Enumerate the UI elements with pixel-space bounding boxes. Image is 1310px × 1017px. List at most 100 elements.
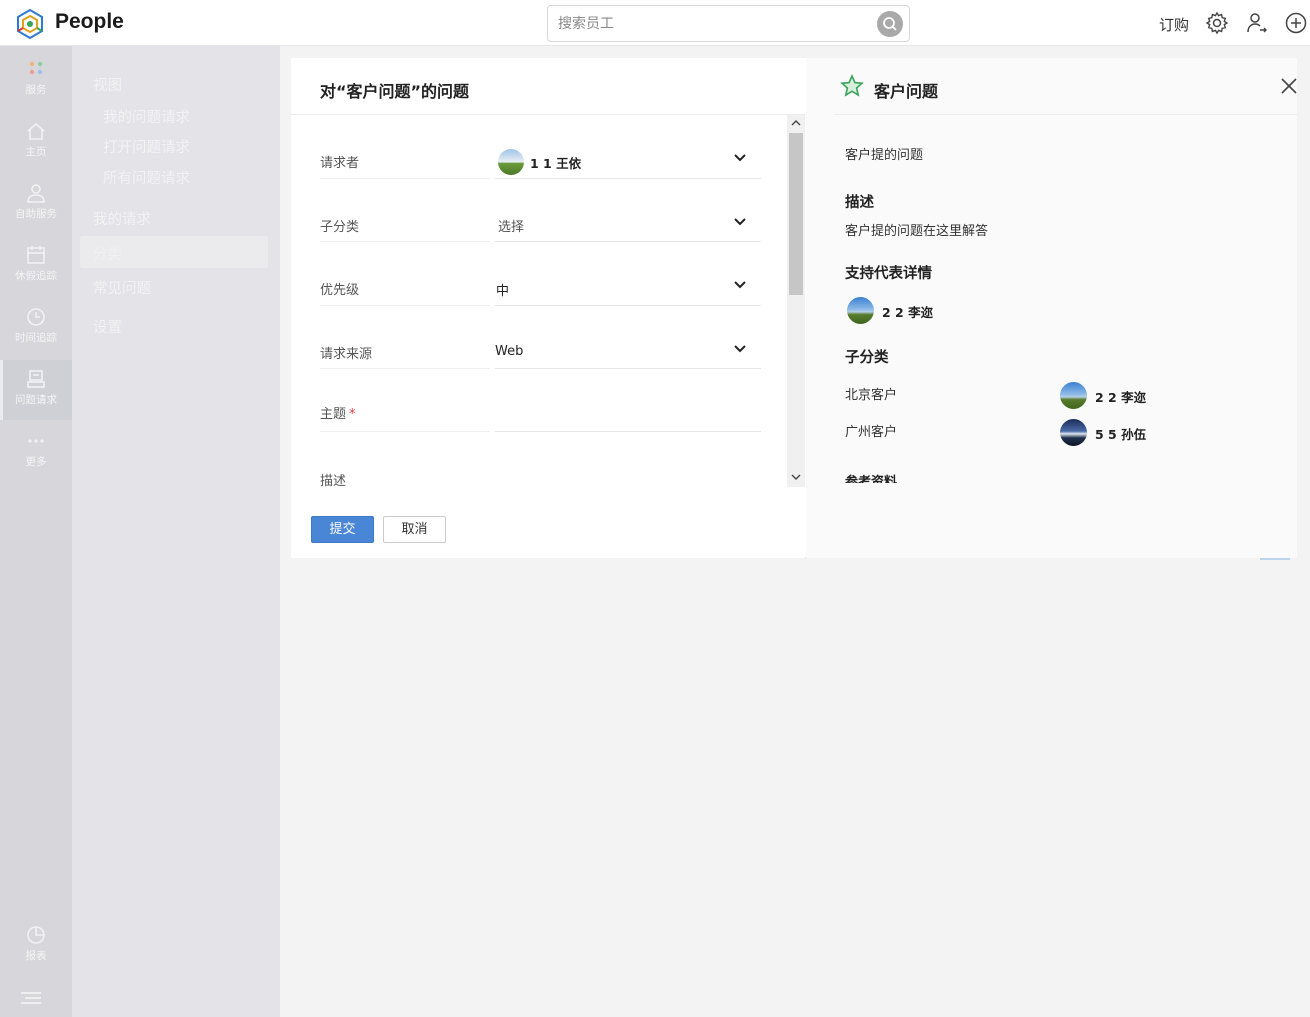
description-text: 客户提的问题在这里解答 <box>845 224 989 239</box>
subnav-category[interactable]: 分类 <box>93 243 122 264</box>
rail-label: 服务 <box>25 84 47 96</box>
star-icon[interactable] <box>840 74 864 98</box>
requester-label: 请求者 <box>320 156 360 171</box>
form-title: 对“客户问题”的问题 <box>320 82 470 101</box>
search-button[interactable] <box>877 11 903 37</box>
agent-avatar <box>1060 382 1087 409</box>
subnav-my-issue-requests[interactable]: 我的问题请求 <box>103 106 190 127</box>
cancel-button[interactable]: 取消 <box>383 516 446 543</box>
rail-label: 主页 <box>25 146 47 158</box>
issue-form: 对“客户问题”的问题 请求者 1 1 王依 子分类 选择 优先级 中 请求来源 … <box>291 58 805 558</box>
chevron-down-icon[interactable] <box>733 153 747 163</box>
rail-item-leave-tracker[interactable]: 休假追踪 <box>0 236 72 296</box>
divider <box>291 114 805 115</box>
divider <box>320 305 490 306</box>
subject-label-text: 主题 <box>320 407 347 422</box>
top-bar: People 订购 <box>0 0 1310 46</box>
rail-item-reports[interactable]: 报表 <box>0 916 72 976</box>
search-icon <box>883 17 897 31</box>
rail-item-services[interactable]: 服务 <box>0 50 72 110</box>
divider <box>834 114 1297 115</box>
more-dots-icon <box>28 439 44 443</box>
employee-search-box <box>547 5 910 42</box>
category-info-panel: 客户问题 客户提的问题 描述 客户提的问题在这里解答 支持代表详情 2 2 李迩… <box>806 58 1297 558</box>
rail-label: 更多 <box>25 456 47 468</box>
subnav-open-issue-requests[interactable]: 打开问题请求 <box>103 136 190 157</box>
user-icon <box>27 184 45 203</box>
agent-name[interactable]: 2 2 李迩 <box>882 302 933 321</box>
calendar-icon <box>27 246 45 264</box>
rail-item-home[interactable]: 主页 <box>0 112 72 172</box>
subscribe-link[interactable]: 订购 <box>1159 14 1189 35</box>
rail-label: 自助服务 <box>15 208 57 220</box>
close-icon[interactable] <box>1280 77 1297 95</box>
rail-item-time-tracker[interactable]: 时间追踪 <box>0 298 72 358</box>
scroll-thumb[interactable] <box>789 133 803 295</box>
requester-value[interactable]: 1 1 王依 <box>530 153 581 172</box>
subnav-faq[interactable]: 常见问题 <box>93 277 151 298</box>
app-name: People <box>55 10 124 33</box>
left-rail: 服务 主页 自助服务 休假追踪 时间追踪 问题请求 更多 报表 <box>0 46 72 1017</box>
description-label: 描述 <box>320 474 347 489</box>
rail-item-self-service[interactable]: 自助服务 <box>0 174 72 234</box>
subcategory-label: 子分类 <box>320 220 360 235</box>
panel-title: 客户问题 <box>874 82 939 101</box>
rail-label: 报表 <box>25 950 47 962</box>
subnav-my-requests[interactable]: 我的请求 <box>93 208 151 229</box>
agent-avatar <box>847 297 874 324</box>
search-input[interactable] <box>558 13 858 35</box>
category-summary: 客户提的问题 <box>845 148 924 163</box>
chevron-down-icon[interactable] <box>733 280 747 290</box>
people-logo-icon[interactable] <box>14 8 46 40</box>
add-circle-icon[interactable] <box>1284 11 1308 35</box>
agent-avatar <box>1060 419 1087 446</box>
settings-gear-icon[interactable] <box>1205 11 1229 35</box>
divider <box>495 241 761 242</box>
description-heading: 描述 <box>845 195 874 211</box>
divider <box>495 368 761 369</box>
required-mark: * <box>349 407 356 422</box>
subnav-view-heading: 视图 <box>93 78 122 94</box>
services-dots-icon <box>29 61 43 75</box>
divider <box>495 178 761 179</box>
rail-label: 问题请求 <box>15 394 57 406</box>
requester-avatar <box>498 149 524 175</box>
menu-collapse-icon[interactable] <box>18 990 44 1006</box>
chevron-down-icon[interactable] <box>733 217 747 227</box>
divider <box>495 305 761 306</box>
subject-input[interactable] <box>495 398 761 424</box>
rail-item-case-requests[interactable]: 问题请求 <box>0 360 72 420</box>
subcategory-name: 北京客户 <box>845 388 898 403</box>
priority-select[interactable]: 中 <box>496 280 509 299</box>
source-select[interactable]: Web <box>495 344 523 359</box>
home-icon <box>27 122 45 140</box>
subcategory-name: 广州客户 <box>845 425 898 440</box>
scroll-up-icon[interactable] <box>791 119 801 127</box>
subcategory-select[interactable]: 选择 <box>498 216 524 235</box>
subnav-all-issue-requests[interactable]: 所有问题请求 <box>103 167 190 188</box>
subnav-settings[interactable]: 设置 <box>93 316 122 337</box>
clock-icon <box>27 308 45 326</box>
form-scrollbar[interactable] <box>787 115 805 487</box>
source-label: 请求来源 <box>320 347 373 362</box>
subcategory-agent[interactable]: 2 2 李迩 <box>1095 387 1146 406</box>
request-card: 对“客户问题”的问题 请求者 1 1 王依 子分类 选择 优先级 中 请求来源 … <box>291 58 1297 558</box>
scroll-down-icon[interactable] <box>791 473 801 481</box>
rail-item-more[interactable]: 更多 <box>0 422 72 482</box>
pie-chart-icon <box>27 926 45 944</box>
agent-details-heading: 支持代表详情 <box>845 266 932 282</box>
submit-button[interactable]: 提交 <box>311 516 374 543</box>
scroll-indicator <box>1260 558 1290 560</box>
sub-navigation: 视图 我的问题请求 打开问题请求 所有问题请求 我的请求 分类 常见问题 设置 <box>72 46 280 1017</box>
ticket-icon <box>27 370 45 388</box>
chevron-down-icon[interactable] <box>733 344 747 354</box>
subcategory-agent[interactable]: 5 5 孙伍 <box>1095 424 1146 443</box>
user-switch-icon[interactable] <box>1245 11 1269 35</box>
divider <box>495 431 761 432</box>
rail-label: 时间追踪 <box>15 332 57 344</box>
subject-label: 主题 * <box>320 403 356 422</box>
subcategory-heading: 子分类 <box>845 350 889 366</box>
divider <box>320 431 490 432</box>
divider <box>320 178 490 179</box>
priority-label: 优先级 <box>320 283 360 298</box>
